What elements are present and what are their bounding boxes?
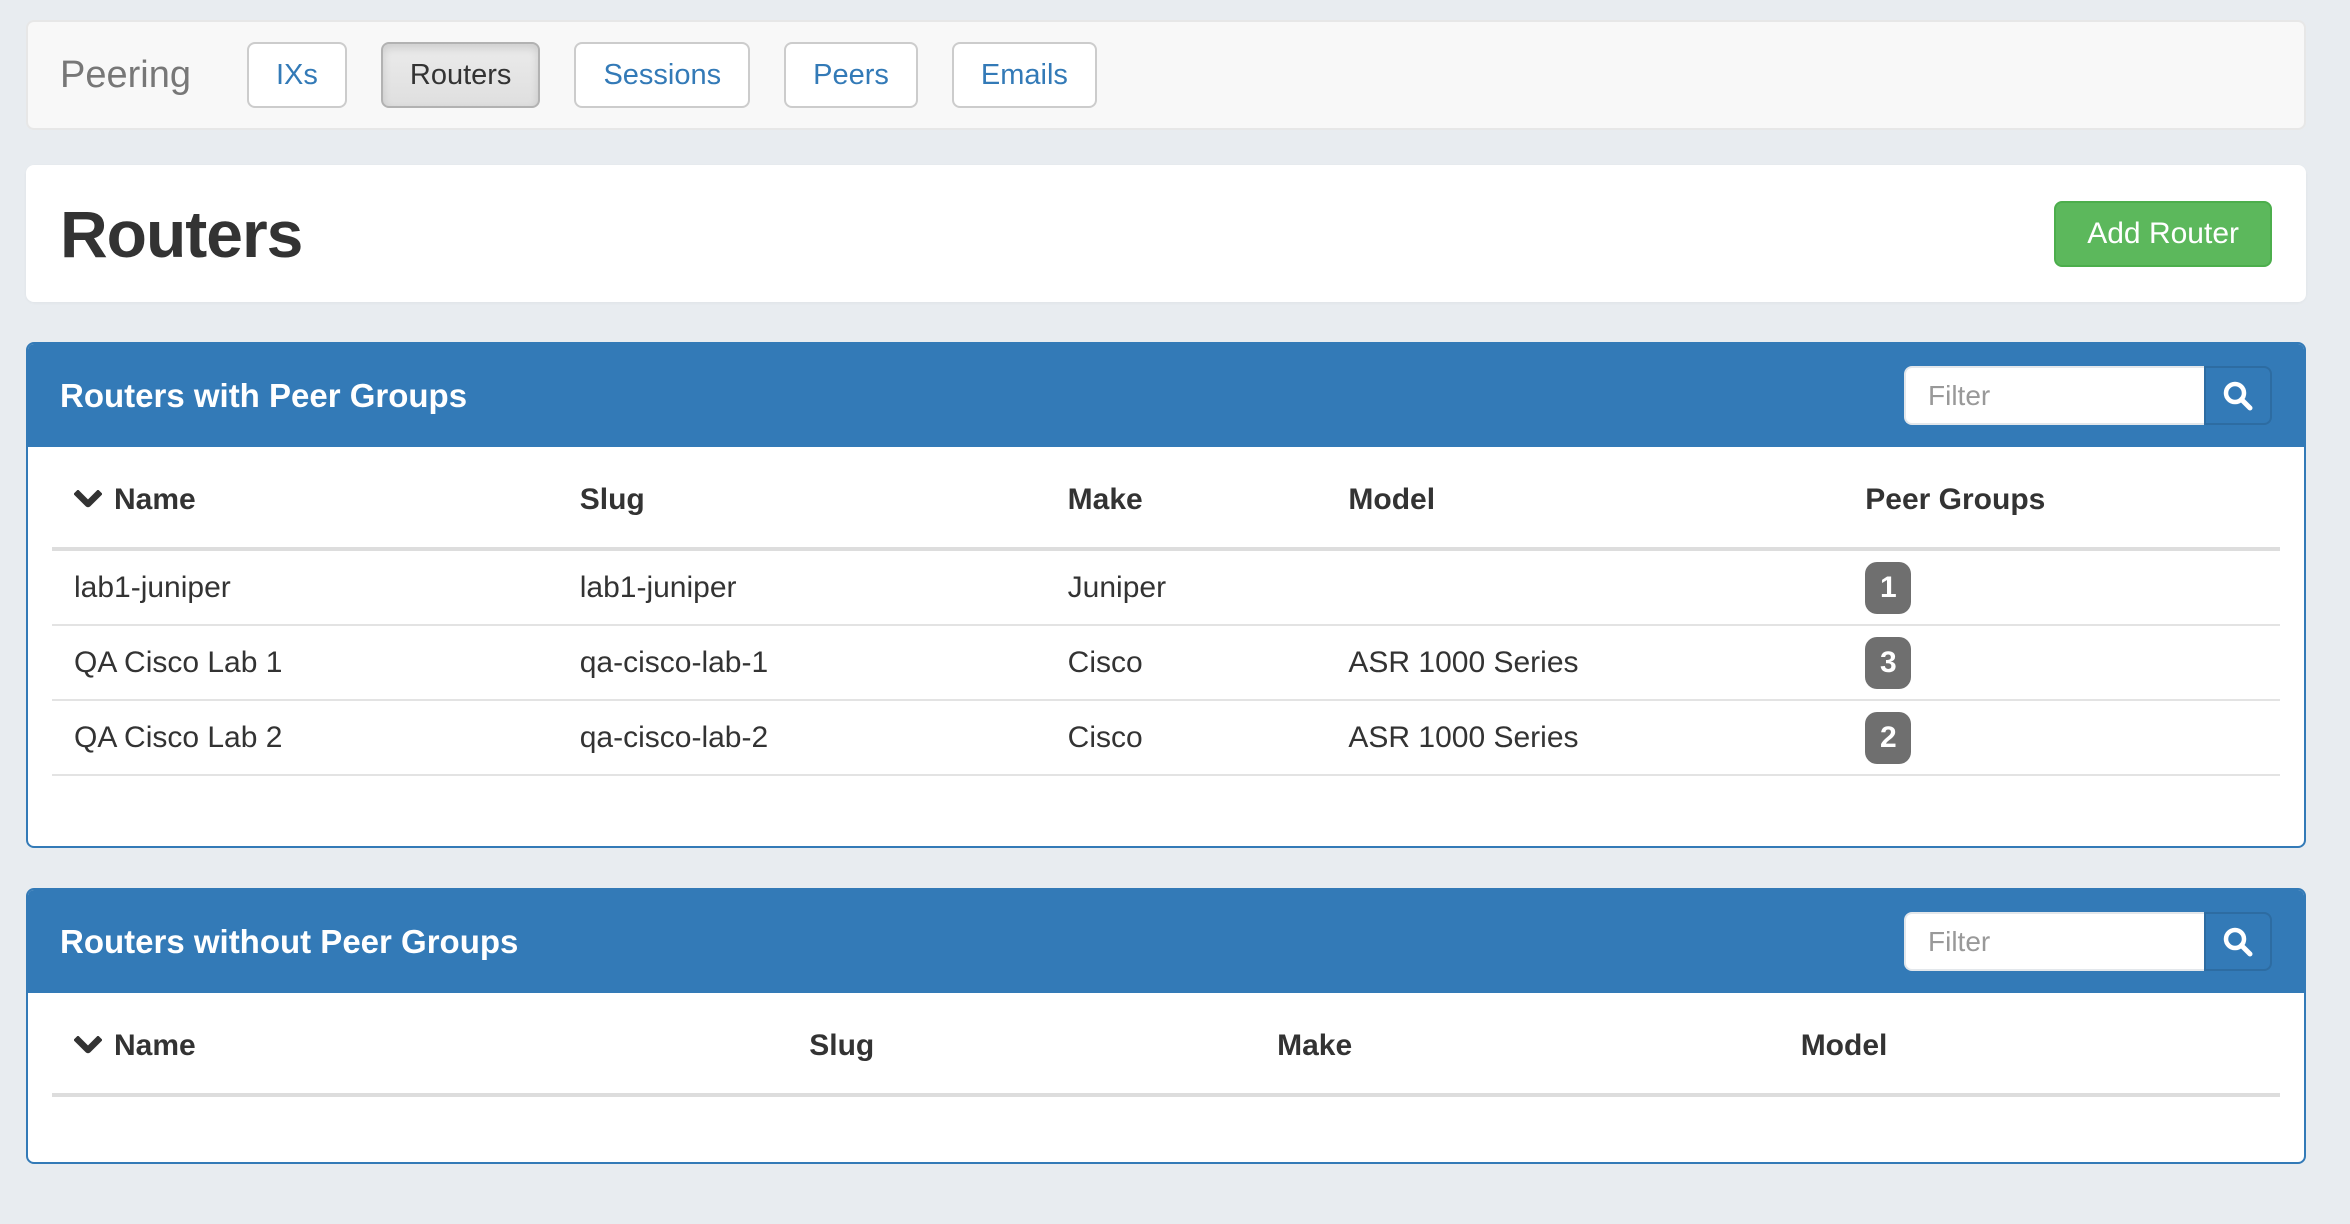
router-model-cell: ASR 1000 Series bbox=[1326, 700, 1843, 775]
column-header-make[interactable]: Make bbox=[1046, 447, 1327, 549]
router-slug-cell: qa-cisco-lab-1 bbox=[558, 625, 1046, 700]
column-header-peer-groups[interactable]: Peer Groups bbox=[1843, 447, 2280, 549]
table-row: QA Cisco Lab 1 qa-cisco-lab-1 Cisco ASR … bbox=[52, 625, 2280, 700]
column-header-name[interactable]: Name bbox=[52, 993, 787, 1095]
router-name-cell: lab1-juniper bbox=[52, 549, 558, 625]
nav-button-peers[interactable]: Peers bbox=[784, 42, 918, 108]
table-row: lab1-juniper lab1-juniper Juniper 1 bbox=[52, 549, 2280, 625]
sort-caret-down-icon bbox=[74, 1036, 102, 1056]
router-name-cell: QA Cisco Lab 2 bbox=[52, 700, 558, 775]
filter-group bbox=[1904, 366, 2272, 425]
panel-heading: Routers without Peer Groups bbox=[28, 890, 2304, 993]
column-header-model[interactable]: Model bbox=[1326, 447, 1843, 549]
filter-input[interactable] bbox=[1904, 912, 2204, 971]
routers-with-peer-groups-table: Name Slug Make Model Peer Groups lab1-ju… bbox=[52, 447, 2280, 776]
router-model-cell: ASR 1000 Series bbox=[1326, 625, 1843, 700]
router-peer-groups-cell: 3 bbox=[1843, 625, 2280, 700]
panel-heading: Routers with Peer Groups bbox=[28, 344, 2304, 447]
table-header-row: Name Slug Make Model Peer Groups bbox=[52, 447, 2280, 549]
table-header-row: Name Slug Make Model bbox=[52, 993, 2280, 1095]
peer-groups-count-badge: 1 bbox=[1865, 562, 1911, 614]
router-make-cell: Juniper bbox=[1046, 549, 1327, 625]
search-button[interactable] bbox=[2204, 912, 2272, 971]
panel-body: Name Slug Make Model bbox=[28, 993, 2304, 1161]
router-peer-groups-cell: 1 bbox=[1843, 549, 2280, 625]
routers-with-peer-groups-panel: Routers with Peer Groups bbox=[26, 342, 2306, 848]
router-name-cell: QA Cisco Lab 1 bbox=[52, 625, 558, 700]
nav-button-sessions[interactable]: Sessions bbox=[574, 42, 750, 108]
router-slug-cell: lab1-juniper bbox=[558, 549, 1046, 625]
router-make-cell: Cisco bbox=[1046, 700, 1327, 775]
page-header-card: Routers Add Router bbox=[26, 165, 2306, 302]
nav-button-emails[interactable]: Emails bbox=[952, 42, 1097, 108]
top-navbar: Peering IXs Routers Sessions Peers Email… bbox=[26, 20, 2306, 130]
page-container: Peering IXs Routers Sessions Peers Email… bbox=[26, 20, 2306, 1164]
column-header-name[interactable]: Name bbox=[52, 447, 558, 549]
sort-caret-down-icon bbox=[74, 490, 102, 510]
filter-group bbox=[1904, 912, 2272, 971]
panel-title: Routers with Peer Groups bbox=[60, 377, 467, 415]
brand-link[interactable]: Peering bbox=[60, 54, 191, 97]
add-router-button[interactable]: Add Router bbox=[2054, 201, 2272, 267]
router-slug-cell: qa-cisco-lab-2 bbox=[558, 700, 1046, 775]
magnifier-icon bbox=[2221, 379, 2255, 413]
routers-without-peer-groups-panel: Routers without Peer Groups bbox=[26, 888, 2306, 1164]
filter-input[interactable] bbox=[1904, 366, 2204, 425]
panel-body: Name Slug Make Model Peer Groups lab1-ju… bbox=[28, 447, 2304, 846]
nav-button-routers[interactable]: Routers bbox=[381, 42, 541, 108]
peer-groups-count-badge: 3 bbox=[1865, 637, 1911, 689]
table-row: QA Cisco Lab 2 qa-cisco-lab-2 Cisco ASR … bbox=[52, 700, 2280, 775]
column-header-model[interactable]: Model bbox=[1779, 993, 2280, 1095]
panel-title: Routers without Peer Groups bbox=[60, 923, 518, 961]
peer-groups-count-badge: 2 bbox=[1865, 712, 1911, 764]
page-title: Routers bbox=[60, 196, 302, 272]
column-header-slug[interactable]: Slug bbox=[787, 993, 1255, 1095]
router-peer-groups-cell: 2 bbox=[1843, 700, 2280, 775]
nav-button-ixs[interactable]: IXs bbox=[247, 42, 347, 108]
routers-without-peer-groups-table: Name Slug Make Model bbox=[52, 993, 2280, 1097]
search-button[interactable] bbox=[2204, 366, 2272, 425]
router-make-cell: Cisco bbox=[1046, 625, 1327, 700]
column-header-make[interactable]: Make bbox=[1255, 993, 1779, 1095]
router-model-cell bbox=[1326, 549, 1843, 625]
column-header-slug[interactable]: Slug bbox=[558, 447, 1046, 549]
magnifier-icon bbox=[2221, 925, 2255, 959]
